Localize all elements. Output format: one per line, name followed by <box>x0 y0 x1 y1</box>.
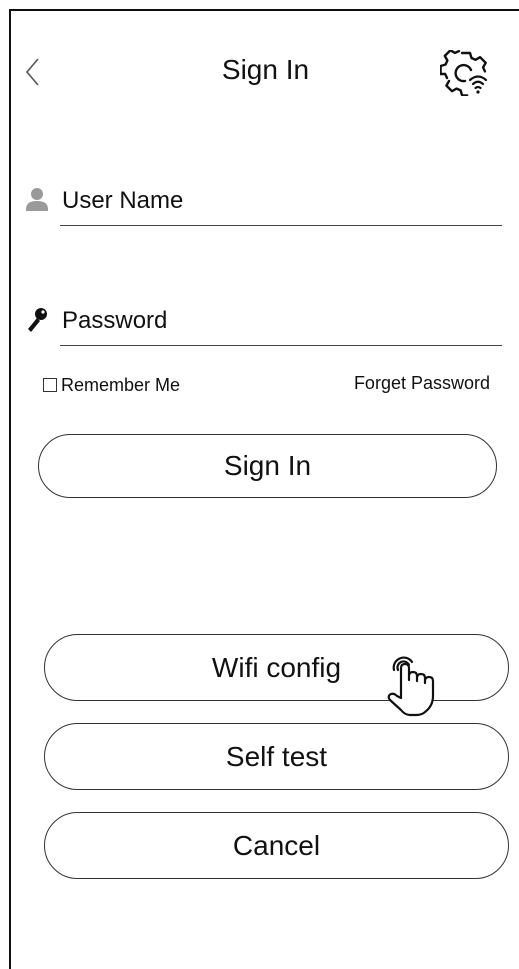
user-icon <box>26 188 48 211</box>
username-input[interactable] <box>62 185 500 217</box>
wifi-config-button[interactable]: Wifi config <box>44 634 509 701</box>
key-icon <box>28 308 47 332</box>
sign-in-button[interactable]: Sign In <box>38 434 497 498</box>
username-field <box>24 185 502 233</box>
forget-password-link[interactable]: Forget Password <box>354 373 490 394</box>
password-field <box>24 305 502 353</box>
password-input[interactable] <box>62 305 500 337</box>
gear-wifi-icon[interactable] <box>440 50 492 96</box>
username-underline <box>60 225 502 226</box>
checkbox-box[interactable] <box>43 378 57 392</box>
remember-me-label: Remember Me <box>61 374 181 395</box>
self-test-button[interactable]: Self test <box>44 723 509 790</box>
remember-me-checkbox[interactable]: Remember Me <box>43 375 180 395</box>
cancel-button[interactable]: Cancel <box>44 812 509 879</box>
password-underline <box>60 345 502 346</box>
